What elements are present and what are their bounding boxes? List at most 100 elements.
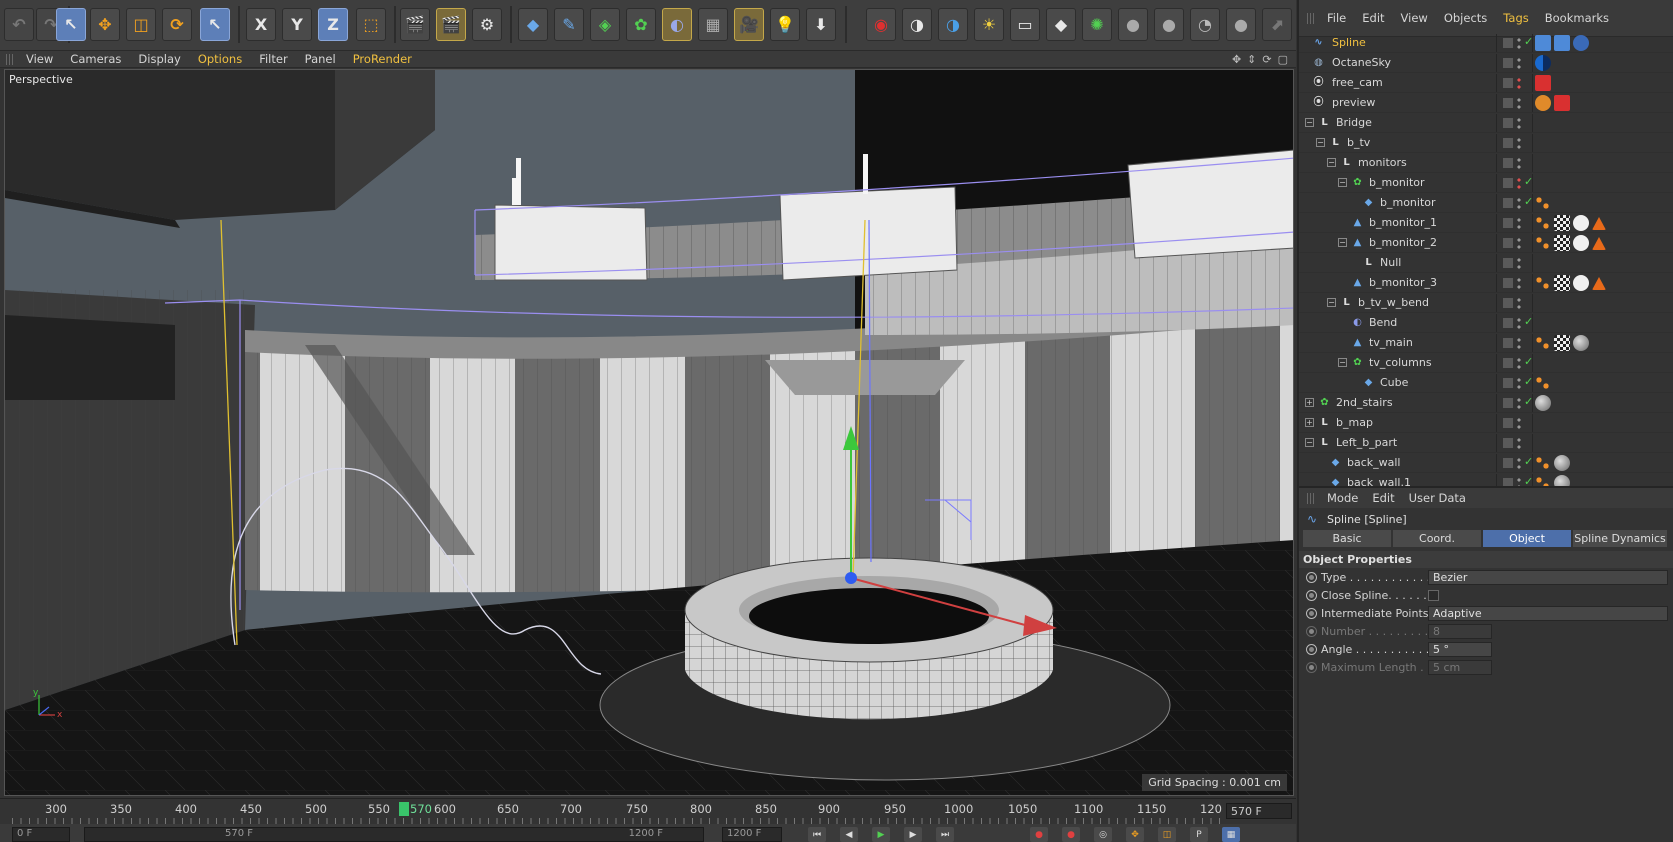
visibility-dots[interactable] — [1517, 256, 1521, 270]
end-frame-field[interactable]: 1200 F — [722, 827, 782, 842]
layer-swatch[interactable] — [1503, 117, 1513, 128]
tree-row-null[interactable]: L Null — [1299, 253, 1673, 273]
prev-key-icon[interactable]: ◀ — [840, 827, 858, 842]
timeline-playhead[interactable] — [399, 802, 409, 816]
visibility-dots[interactable] — [1517, 116, 1521, 130]
tree-row-left-b-part[interactable]: − L Left_b_part — [1299, 433, 1673, 453]
move-view-icon[interactable]: ✥ — [1232, 53, 1241, 66]
render-view-icon[interactable]: 🎬 — [400, 8, 430, 41]
spline-tag-icon[interactable] — [1554, 35, 1570, 51]
rotate-view-icon[interactable]: ⟳ — [1262, 53, 1271, 66]
menu-user-data[interactable]: User Data — [1409, 491, 1466, 505]
material-tag-icon[interactable] — [1573, 275, 1589, 291]
axis-z-button[interactable]: Z — [318, 8, 348, 41]
enabled-check-icon[interactable]: ✓ — [1524, 175, 1533, 188]
key-position-icon[interactable]: ✥ — [1126, 827, 1144, 842]
enabled-check-icon[interactable]: ✓ — [1524, 315, 1533, 328]
camera-icon[interactable]: 🎥 — [734, 8, 764, 41]
spline-tag-icon[interactable] — [1535, 35, 1551, 51]
layer-swatch[interactable] — [1503, 37, 1513, 48]
visibility-dots[interactable] — [1517, 76, 1521, 90]
visibility-dots[interactable] — [1517, 216, 1521, 230]
menu-bookmarks[interactable]: Bookmarks — [1545, 11, 1609, 25]
tab-coord[interactable]: Coord. — [1393, 530, 1481, 547]
visibility-dots[interactable] — [1517, 476, 1521, 486]
layer-swatch[interactable] — [1503, 457, 1513, 468]
play-icon[interactable]: ▶ — [872, 827, 890, 842]
visibility-dots[interactable] — [1517, 176, 1521, 190]
enabled-check-icon[interactable]: ✓ — [1524, 35, 1533, 48]
tree-row-b-monitor-cloner[interactable]: − ✿ b_monitor ✓ — [1299, 173, 1673, 193]
cube-primitive-icon[interactable]: ◆ — [518, 8, 548, 41]
grip-handle[interactable] — [1307, 492, 1315, 504]
layer-swatch[interactable] — [1503, 197, 1513, 208]
menu-mode[interactable]: Mode — [1327, 491, 1358, 505]
tree-row-back-wall-1[interactable]: ◆ back_wall.1 ✓ — [1299, 473, 1673, 486]
octane-camera-tag-icon[interactable] — [1554, 95, 1570, 111]
collapse-toggle[interactable]: − — [1305, 438, 1314, 447]
menu-view[interactable]: View — [1401, 11, 1428, 25]
layer-swatch[interactable] — [1503, 317, 1513, 328]
recent-tool-icon[interactable]: ↖ — [200, 8, 230, 41]
enabled-check-icon[interactable]: ✓ — [1524, 355, 1533, 368]
visibility-dots[interactable] — [1517, 96, 1521, 110]
menu-view[interactable]: View — [26, 52, 53, 66]
octane-checker-icon[interactable]: ◔ — [1190, 8, 1220, 41]
enabled-check-icon[interactable]: ✓ — [1524, 475, 1533, 487]
grip-handle[interactable] — [1307, 12, 1315, 24]
tree-row-b-tv[interactable]: − L b_tv — [1299, 133, 1673, 153]
menu-cameras[interactable]: Cameras — [70, 52, 121, 66]
tree-row-bend[interactable]: ◐ Bend ✓ — [1299, 313, 1673, 333]
collapse-toggle[interactable]: − — [1305, 118, 1314, 127]
phong-tag-icon[interactable] — [1535, 215, 1551, 231]
preview-range-slider[interactable]: 570 F 1200 F — [84, 827, 704, 842]
phong-tag-icon[interactable] — [1535, 235, 1551, 251]
tree-row-bridge[interactable]: − L Bridge — [1299, 113, 1673, 133]
cloner-icon[interactable]: ✿ — [626, 8, 656, 41]
expand-toggle[interactable]: + — [1305, 418, 1314, 427]
animate-radio-icon[interactable] — [1306, 571, 1317, 583]
timeline-layout-icon[interactable]: ▦ — [1222, 827, 1240, 842]
floor-icon[interactable]: ▦ — [698, 8, 728, 41]
layer-swatch[interactable] — [1503, 177, 1513, 188]
undo-icon[interactable]: ↶ — [4, 8, 34, 41]
enabled-check-icon[interactable]: ✓ — [1524, 395, 1533, 408]
intermediate-points-dropdown[interactable]: Adaptive — [1428, 605, 1668, 621]
goto-start-icon[interactable]: ⏮ — [808, 827, 826, 842]
octane-extra-icon[interactable]: ⬈ — [1262, 8, 1292, 41]
octane-glossy-icon[interactable]: ● — [1154, 8, 1184, 41]
layer-swatch[interactable] — [1503, 437, 1513, 448]
scale-icon[interactable]: ◫ — [126, 8, 156, 41]
visibility-dots[interactable] — [1517, 376, 1521, 390]
light-icon[interactable]: 💡 — [770, 8, 800, 41]
object-tree[interactable]: ∿ Spline ✓ ◍ OctaneSky ⦿ free_cam ⦿ prev… — [1299, 31, 1673, 486]
visibility-dots[interactable] — [1517, 236, 1521, 250]
menu-tags[interactable]: Tags — [1503, 11, 1528, 25]
layer-swatch[interactable] — [1503, 97, 1513, 108]
visibility-dots[interactable] — [1517, 356, 1521, 370]
menu-edit[interactable]: Edit — [1372, 491, 1394, 505]
render-picture-viewer-icon[interactable]: 🎬 — [436, 8, 466, 41]
tree-row-spline[interactable]: ∿ Spline ✓ — [1299, 33, 1673, 53]
axis-y-button[interactable]: Y — [282, 8, 312, 41]
layer-swatch[interactable] — [1503, 397, 1513, 408]
menu-filter[interactable]: Filter — [259, 52, 287, 66]
perspective-viewport[interactable]: Perspective y x Grid Spacing : 0.001 cm — [4, 69, 1294, 796]
tree-row-preview[interactable]: ⦿ preview — [1299, 93, 1673, 113]
material-tag-icon[interactable] — [1554, 455, 1570, 471]
octane-specular-icon[interactable]: ● — [1226, 8, 1256, 41]
material-tag-icon[interactable] — [1573, 335, 1589, 351]
layer-swatch[interactable] — [1503, 417, 1513, 428]
visibility-dots[interactable] — [1517, 396, 1521, 410]
current-frame-field[interactable]: 570 F — [1226, 803, 1292, 819]
collapse-toggle[interactable]: − — [1327, 158, 1336, 167]
uvw-tag-icon[interactable] — [1554, 235, 1570, 251]
tab-spline-dynamics[interactable]: Spline Dynamics — [1573, 530, 1667, 547]
visibility-dots[interactable] — [1517, 36, 1521, 50]
dynamics-tag-icon[interactable] — [1573, 35, 1589, 51]
layer-swatch[interactable] — [1503, 477, 1513, 486]
octane-environment-icon[interactable]: ◑ — [902, 8, 932, 41]
visibility-dots[interactable] — [1517, 156, 1521, 170]
visibility-dots[interactable] — [1517, 436, 1521, 450]
axis-x-button[interactable]: X — [246, 8, 276, 41]
